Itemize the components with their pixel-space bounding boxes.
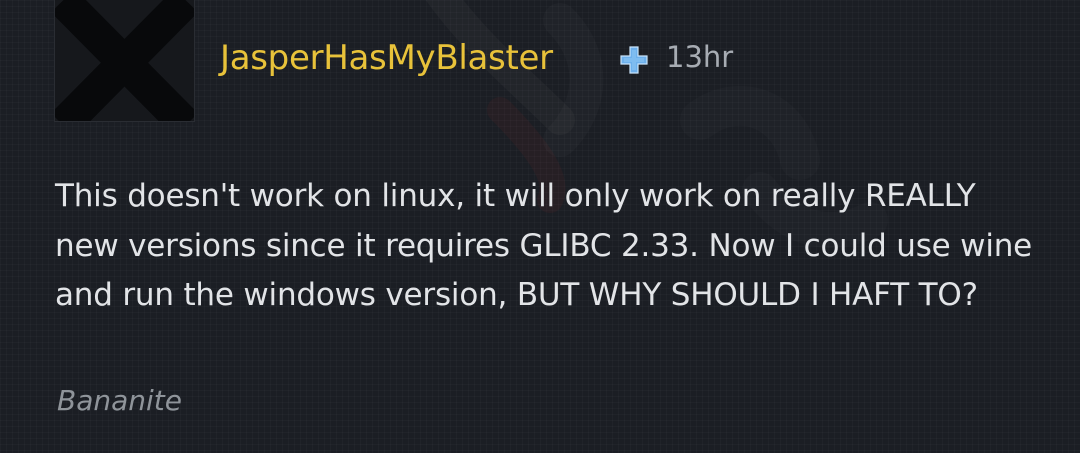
comment-card: JasperHasMyBlaster 13hr This doesn't wor… [0, 0, 1080, 453]
x-mark-avatar-icon [55, 0, 194, 121]
author-name-link[interactable]: JasperHasMyBlaster [220, 38, 553, 78]
comment-body: This doesn't work on linux, it will only… [55, 178, 1033, 313]
plus-badge-icon [620, 46, 648, 74]
game-tag-link[interactable]: Bananite [57, 384, 182, 417]
comment-timestamp: 13hr [666, 40, 734, 74]
avatar[interactable] [54, 0, 195, 122]
